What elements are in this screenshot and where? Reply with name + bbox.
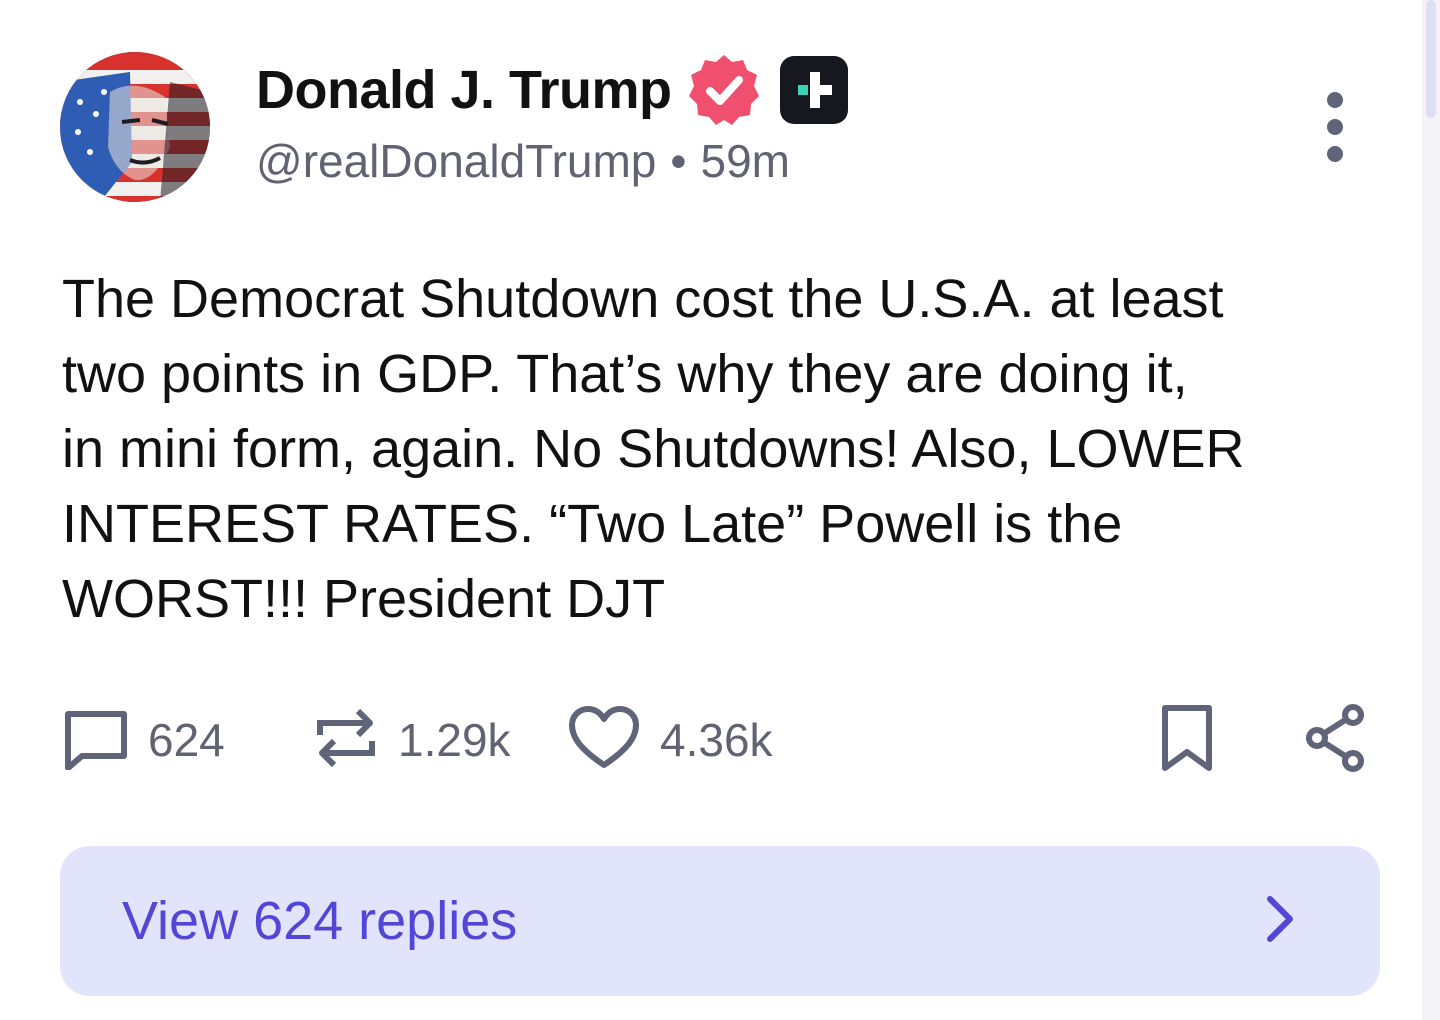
- comment-icon: [64, 706, 128, 775]
- meta-separator: •: [670, 135, 687, 187]
- bookmark-button[interactable]: [1152, 700, 1222, 780]
- author-name-row: Donald J. Trump: [256, 52, 850, 128]
- heart-icon: [568, 705, 640, 776]
- post-timestamp[interactable]: 59m: [700, 135, 789, 187]
- more-dot: [1327, 146, 1343, 162]
- author-meta: @realDonaldTrump • 59m: [256, 134, 790, 188]
- more-options-icon[interactable]: [1310, 92, 1360, 162]
- like-count: 4.36k: [660, 714, 773, 766]
- view-replies-label: View 624 replies: [122, 891, 518, 951]
- view-replies-button[interactable]: View 624 replies: [60, 846, 1380, 996]
- post-page: Donald J. Trump @realDonaldTrump • 59m The…: [0, 0, 1440, 1020]
- more-dot: [1327, 92, 1343, 108]
- post-text: The Democrat Shutdown cost the U.S.A. at…: [62, 269, 1245, 629]
- plus-badge-icon: [778, 54, 850, 126]
- reply-count: 624: [148, 714, 225, 766]
- bookmark-icon: [1161, 704, 1213, 777]
- repost-icon: [314, 705, 378, 776]
- retruth-count: 1.29k: [398, 714, 511, 766]
- share-icon: [1303, 703, 1367, 778]
- scrollbar-thumb[interactable]: [1426, 0, 1436, 118]
- retruth-button[interactable]: 1.29k: [314, 700, 511, 780]
- post-actions: 624 1.29k 4.36k: [0, 700, 1440, 780]
- like-button[interactable]: 4.36k: [568, 700, 773, 780]
- chevron-right-icon: [1260, 894, 1300, 949]
- reply-button[interactable]: 624: [64, 700, 225, 780]
- author-handle[interactable]: @realDonaldTrump: [256, 135, 656, 187]
- avatar[interactable]: [60, 52, 210, 202]
- scrollbar-track[interactable]: [1422, 0, 1440, 1020]
- author-display-name[interactable]: Donald J. Trump: [256, 59, 672, 121]
- more-dot: [1327, 119, 1343, 135]
- share-button[interactable]: [1300, 700, 1370, 780]
- verified-badge-icon: [686, 52, 762, 128]
- avatar-image: [60, 52, 210, 202]
